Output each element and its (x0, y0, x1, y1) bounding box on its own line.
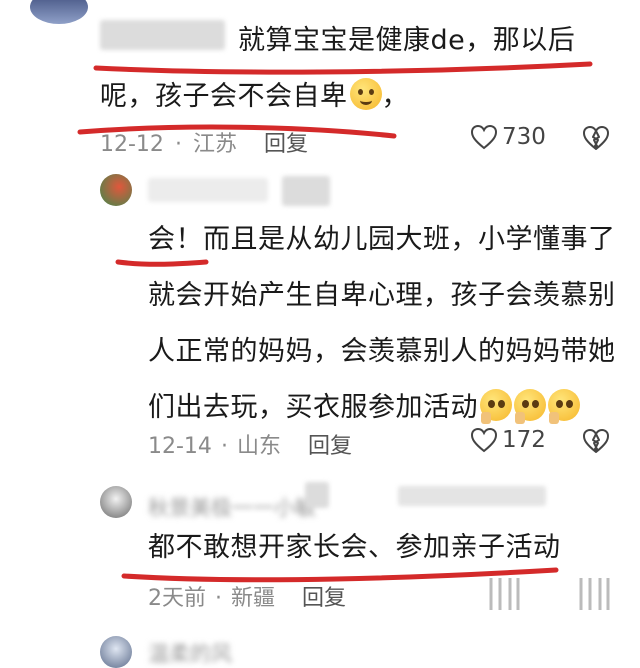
underline-annotations (77, 61, 593, 583)
red-underline (115, 259, 209, 267)
red-underline (121, 567, 559, 583)
red-underline (77, 124, 397, 139)
red-underline (93, 61, 593, 75)
